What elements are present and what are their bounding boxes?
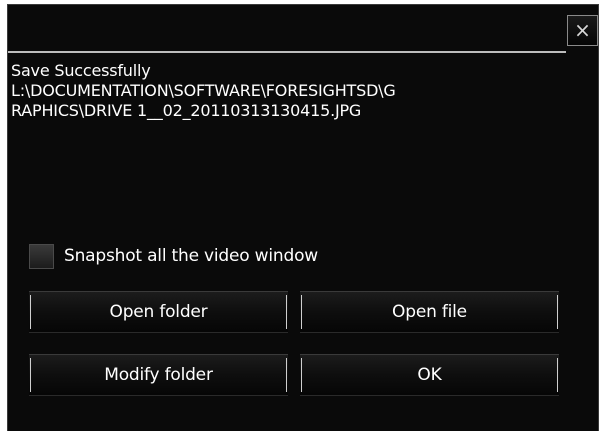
- modify-folder-button[interactable]: Modify folder: [29, 354, 288, 396]
- close-button[interactable]: ×: [567, 15, 598, 46]
- open-folder-button[interactable]: Open folder: [29, 291, 288, 333]
- snapshot-all-checkbox-row[interactable]: Snapshot all the video window: [29, 242, 318, 270]
- ok-button[interactable]: OK: [300, 354, 559, 396]
- snapshot-all-checkbox[interactable]: [29, 243, 54, 269]
- file-path-line-2: RAPHICS\DRIVE 1__02_20110313130415.JPG: [11, 101, 362, 120]
- close-icon: ×: [574, 18, 591, 42]
- file-path-line-1: L:\DOCUMENTATION\SOFTWARE\FORESIGHTSD\G: [11, 81, 396, 100]
- open-file-button[interactable]: Open file: [300, 291, 559, 333]
- save-success-dialog: × Save Successfully L:\DOCUMENTATION\SOF…: [7, 4, 599, 431]
- status-message: Save Successfully: [11, 61, 151, 80]
- message-text: Save Successfully L:\DOCUMENTATION\SOFTW…: [11, 61, 591, 121]
- snapshot-all-label[interactable]: Snapshot all the video window: [64, 246, 318, 266]
- title-separator: [8, 51, 566, 53]
